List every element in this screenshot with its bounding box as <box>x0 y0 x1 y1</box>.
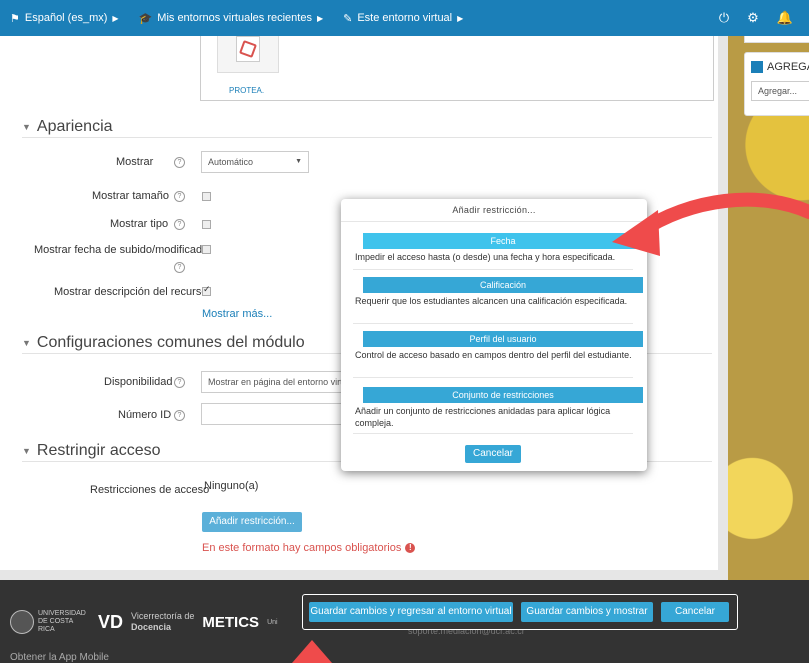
bell-icon[interactable]: 🔔 <box>777 10 793 26</box>
caret-right-icon: ▶ <box>457 13 464 23</box>
exclamation-icon: ! <box>405 543 416 553</box>
help-icon[interactable]: ? <box>174 410 185 421</box>
caret-down-icon: ▼ <box>22 122 31 132</box>
mobile-app-link[interactable]: Obtener la App Mobile <box>10 652 109 663</box>
option-description: Añadir un conjunto de restricciones anid… <box>355 406 611 428</box>
add-block-select[interactable]: Agregar... <box>751 81 809 101</box>
recent-courses-menu[interactable]: 🎓 Mis entornos virtuales recientes ▶ <box>139 12 324 25</box>
divider <box>353 269 633 270</box>
caret-down-icon: ▼ <box>22 446 31 456</box>
file-thumbnail[interactable] <box>217 36 279 73</box>
grade-restriction-button[interactable]: Calificación <box>363 277 643 293</box>
graduation-cap-icon: 🎓 <box>138 12 153 25</box>
show-size-label: Mostrar tamaño <box>92 190 170 202</box>
help-icon[interactable]: ? <box>174 157 185 168</box>
show-description-checkbox[interactable] <box>202 284 211 296</box>
divider <box>22 137 712 138</box>
section-restrict-access[interactable]: ▼ Restringir acceso <box>22 442 161 460</box>
section-common-settings[interactable]: ▼ Configuraciones comunes del módulo <box>22 334 305 352</box>
annotation-arrow <box>612 192 809 256</box>
file-area: PROTEA. <box>200 36 714 101</box>
metics-logo: METICS <box>202 613 260 631</box>
blocks-icon <box>751 61 763 73</box>
option-description: Requerir que los estudiantes alcancen un… <box>355 296 628 306</box>
show-type-label: Mostrar tipo <box>110 218 169 230</box>
settings-icon[interactable]: ⚙ <box>747 10 759 26</box>
vd-logo: VD <box>98 611 124 632</box>
side-block-top <box>744 36 809 43</box>
show-type-checkbox[interactable] <box>202 220 211 229</box>
show-date-checkbox[interactable] <box>202 245 211 254</box>
language-menu[interactable]: ⚑ Español (es_mx) ▶ <box>10 12 119 25</box>
display-label: Mostrar <box>116 156 154 168</box>
id-number-label: Número ID <box>118 409 172 421</box>
file-name[interactable]: PROTEA. <box>229 86 264 95</box>
help-icon[interactable]: ? <box>174 219 185 230</box>
top-navbar: ⚑ Español (es_mx) ▶ 🎓 Mis entornos virtu… <box>0 0 809 36</box>
save-and-return-button[interactable]: Guardar cambios y regresar al entorno vi… <box>309 602 513 622</box>
show-date-label: Mostrar fecha de subido/modificado <box>34 244 209 256</box>
caret-down-icon: ▼ <box>22 338 31 348</box>
pdf-icon <box>236 36 260 62</box>
vicerrectoria-logo: Vicerrectoría de Docencia <box>131 611 195 632</box>
availability-label: Disponibilidad <box>104 376 173 388</box>
add-restriction-button[interactable]: Añadir restricción... <box>202 512 302 532</box>
show-size-checkbox[interactable] <box>202 192 211 201</box>
required-fields-note: En este formato hay campos obligatorios … <box>202 542 416 554</box>
cancel-button[interactable]: Cancelar <box>661 602 729 622</box>
add-block: AGREGA Agregar... <box>744 52 809 116</box>
ucr-logo: UNIVERSIDAD DE COSTA RICA <box>10 610 90 634</box>
profile-restriction-button[interactable]: Perfil del usuario <box>363 331 643 347</box>
restriction-set-button[interactable]: Conjunto de restricciones <box>363 387 643 403</box>
access-restrictions-value: Ninguno(a) <box>204 480 259 492</box>
this-course-menu[interactable]: ✎ Este entorno virtual ▶ <box>343 12 463 25</box>
annotation-arrow-tip <box>292 640 332 663</box>
help-icon[interactable]: ? <box>174 377 185 388</box>
option-description: Control de acceso basado en campos dentr… <box>355 350 632 360</box>
footer-logos: UNIVERSIDAD DE COSTA RICA VD Vicerrector… <box>10 610 278 634</box>
flag-icon: ⚑ <box>10 12 20 25</box>
help-icon[interactable]: ? <box>174 191 185 202</box>
form-action-bar: Guardar cambios y regresar al entorno vi… <box>302 594 738 630</box>
dialog-cancel-button[interactable]: Cancelar <box>465 445 521 463</box>
book-icon: ✎ <box>343 12 353 25</box>
section-appearance[interactable]: ▼ Apariencia <box>22 118 113 136</box>
save-and-display-button[interactable]: Guardar cambios y mostrar <box>521 602 653 622</box>
caret-right-icon: ▶ <box>316 13 324 23</box>
divider <box>353 433 633 434</box>
access-restrictions-label: Restricciones de acceso <box>90 484 210 496</box>
show-more-link[interactable]: Mostrar más... <box>202 308 272 320</box>
show-description-label: Mostrar descripción del recurso <box>54 286 208 298</box>
help-icon[interactable]: ? <box>174 262 185 273</box>
divider <box>353 377 633 378</box>
chevron-down-icon: ▼ <box>295 158 302 165</box>
display-select[interactable]: Automático ▼ <box>201 151 309 173</box>
power-icon[interactable]: ⏻ <box>719 10 729 26</box>
caret-right-icon: ▶ <box>112 13 119 23</box>
decorative-background <box>728 36 809 580</box>
divider <box>353 323 633 324</box>
seal-icon <box>10 610 34 634</box>
